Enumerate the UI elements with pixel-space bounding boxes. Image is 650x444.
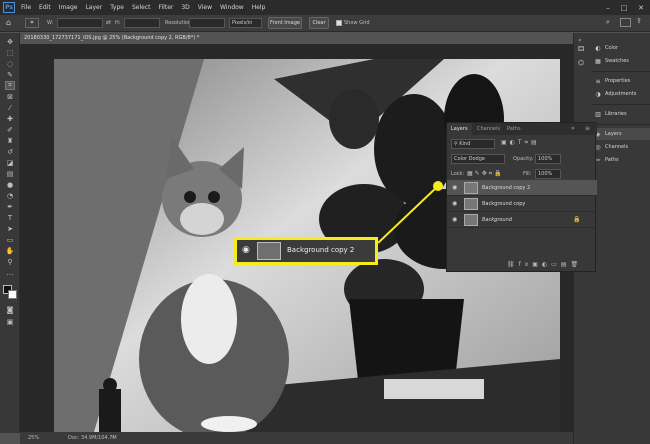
- photoshop-window: Ps File Edit Image Layer Type Select Fil…: [0, 0, 650, 444]
- layer-callout: ◉ Background copy 2: [234, 237, 378, 265]
- callout-layer-name: Background copy 2: [287, 246, 355, 254]
- layer-thumbnail: [257, 242, 281, 260]
- callout-connector: [377, 181, 443, 244]
- visibility-eye-icon: ◉: [242, 245, 250, 255]
